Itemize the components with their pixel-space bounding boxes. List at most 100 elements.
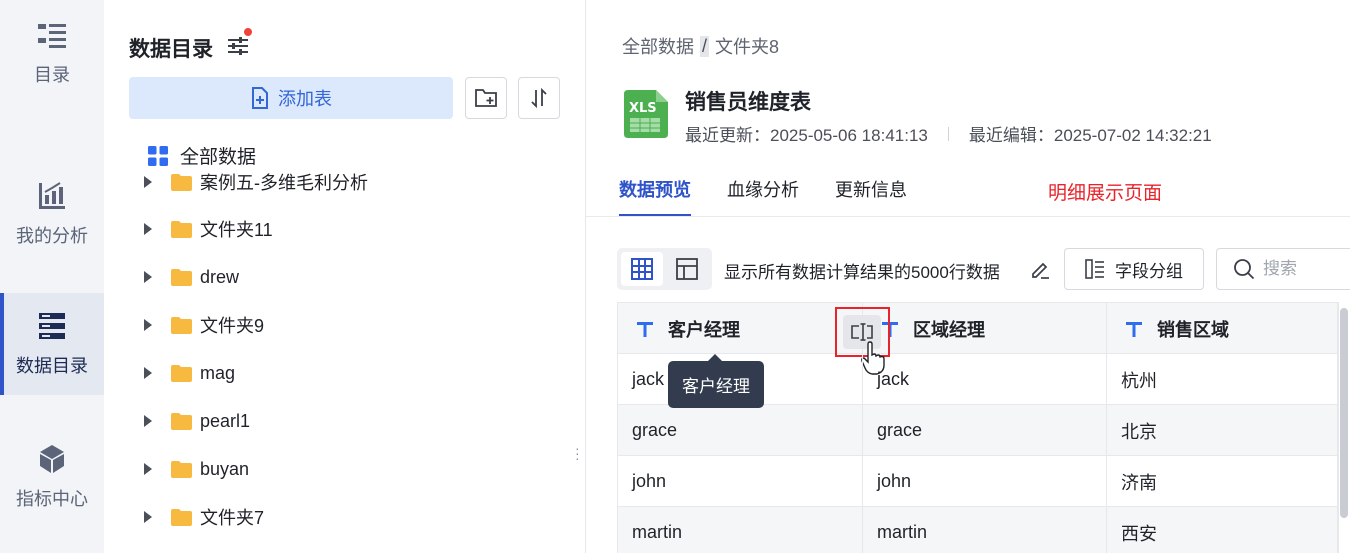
breadcrumb-root[interactable]: 全部数据 bbox=[622, 33, 694, 59]
grid-apps-icon bbox=[148, 145, 168, 166]
table-row[interactable]: martin martin 西安 bbox=[618, 507, 1338, 553]
app-root: 目录 我的分析 数据目录 指标中心 数据目录 添加表 全部数据 案例五-多维毛利… bbox=[0, 0, 1350, 553]
search-icon bbox=[1234, 259, 1255, 280]
xls-file-icon: XLS bbox=[624, 90, 668, 138]
text-type-icon bbox=[637, 321, 653, 337]
expand-caret-icon[interactable] bbox=[144, 511, 152, 523]
search-box bbox=[1216, 248, 1350, 290]
rail-item-label: 目录 bbox=[34, 65, 70, 85]
catalog-list-icon bbox=[38, 24, 66, 48]
search-input[interactable] bbox=[1263, 259, 1343, 279]
table-cell: john bbox=[863, 456, 1107, 507]
expand-caret-icon[interactable] bbox=[144, 415, 152, 427]
panel-resize-handle[interactable]: · · · bbox=[575, 441, 580, 465]
expand-caret-icon[interactable] bbox=[144, 319, 152, 331]
expand-caret-icon[interactable] bbox=[144, 176, 152, 188]
text-type-icon bbox=[1126, 321, 1142, 337]
breadcrumb: 全部数据 / 文件夹8 bbox=[622, 33, 779, 59]
rail-item-label: 我的分析 bbox=[16, 226, 88, 246]
column-header[interactable]: 客户经理 bbox=[618, 303, 863, 354]
tree-folder-label: mag bbox=[200, 362, 236, 383]
preview-description: 显示所有数据计算结果的5000行数据 bbox=[724, 263, 1000, 282]
expand-caret-icon[interactable] bbox=[144, 271, 152, 283]
table-cell: 北京 bbox=[1107, 405, 1338, 456]
tree-folder-row[interactable]: 案例五-多维毛利分析 bbox=[144, 168, 368, 197]
expand-caret-icon[interactable] bbox=[144, 223, 152, 235]
folder-icon bbox=[171, 364, 192, 382]
detail-panel: 全部数据 / 文件夹8 XLS 销售员维度表 最近更新：2025-05-06 1… bbox=[586, 0, 1350, 553]
column-header-label: 客户经理 bbox=[668, 319, 740, 340]
layout-view-button[interactable] bbox=[666, 252, 708, 286]
folder-icon bbox=[171, 412, 192, 430]
table-grid-icon bbox=[631, 258, 653, 280]
tabs-divider bbox=[586, 216, 1350, 217]
tab-lineage[interactable]: 血缘分析 bbox=[727, 176, 799, 217]
last-update-text: 最近更新：2025-05-06 18:41:13 bbox=[685, 126, 928, 145]
column-header-label: 销售区域 bbox=[1157, 319, 1229, 340]
column-header[interactable]: 区域经理 bbox=[863, 303, 1107, 354]
rail-item-metric-center[interactable]: 指标中心 bbox=[0, 426, 104, 528]
table-cell: john bbox=[618, 456, 863, 507]
tree-folder-row[interactable]: 文件夹9 bbox=[144, 310, 264, 340]
all-data-node[interactable]: 全部数据 bbox=[148, 142, 256, 169]
table-row[interactable]: grace grace 北京 bbox=[618, 405, 1338, 456]
rail-item-my-analysis[interactable]: 我的分析 bbox=[0, 163, 104, 265]
table-cell: martin bbox=[863, 507, 1107, 553]
file-title: 销售员维度表 bbox=[685, 91, 811, 114]
table-scrollbar[interactable] bbox=[1340, 308, 1348, 518]
folder-icon bbox=[171, 173, 192, 191]
column-header[interactable]: 销售区域 bbox=[1107, 303, 1338, 354]
tree-folder-row[interactable]: 文件夹11 bbox=[144, 214, 273, 244]
folder-icon bbox=[171, 268, 192, 286]
folder-icon bbox=[171, 460, 192, 478]
tree-folder-row[interactable]: drew bbox=[144, 262, 239, 292]
tree-folder-row[interactable]: pearl1 bbox=[144, 406, 250, 436]
add-table-button[interactable]: 添加表 bbox=[129, 77, 453, 119]
expand-caret-icon[interactable] bbox=[144, 367, 152, 379]
rail-item-label: 指标中心 bbox=[16, 489, 88, 509]
table-cell: grace bbox=[618, 405, 863, 456]
metric-cube-icon bbox=[40, 445, 64, 473]
tree-folder-row[interactable]: buyan bbox=[144, 454, 249, 484]
tree-folder-label: 文件夹9 bbox=[200, 316, 265, 336]
grid-view-button[interactable] bbox=[621, 252, 663, 286]
tab-data-preview[interactable]: 数据预览 bbox=[619, 176, 691, 217]
tree-folder-row[interactable]: 文件夹7 bbox=[144, 502, 264, 532]
rail-item-label: 数据目录 bbox=[16, 356, 88, 376]
table-cell: grace bbox=[863, 405, 1107, 456]
expand-caret-icon[interactable] bbox=[144, 463, 152, 475]
table-cell: 杭州 bbox=[1107, 354, 1338, 405]
column-width-icon bbox=[851, 323, 873, 341]
folder-icon bbox=[171, 220, 192, 238]
tree-folder-label: buyan bbox=[200, 458, 250, 479]
add-table-label: 添加表 bbox=[278, 89, 332, 109]
folder-icon bbox=[171, 316, 192, 334]
folder-tree: 案例五-多维毛利分析 文件夹11 drew 文件夹9 mag pearl1 bu… bbox=[104, 168, 584, 553]
tab-update-info[interactable]: 更新信息 bbox=[835, 176, 907, 217]
data-preview-table: 客户经理 区域经理 销售区域 jack jack 杭州 grace grace … bbox=[617, 302, 1339, 553]
detail-tabs: 数据预览 血缘分析 更新信息 bbox=[619, 176, 907, 217]
tree-folder-row[interactable]: mag bbox=[144, 358, 235, 388]
filter-settings-icon[interactable] bbox=[225, 33, 251, 59]
data-catalog-icon bbox=[39, 313, 65, 339]
left-nav-rail: 目录 我的分析 数据目录 指标中心 bbox=[0, 0, 104, 553]
catalog-panel: 数据目录 添加表 全部数据 案例五-多维毛利分析 文件夹11 drew 文件夹9… bbox=[104, 0, 586, 553]
rail-item-catalog[interactable]: 目录 bbox=[0, 2, 104, 104]
field-group-icon bbox=[1085, 259, 1104, 279]
table-row[interactable]: john john 济南 bbox=[618, 456, 1338, 507]
analysis-chart-icon bbox=[39, 182, 65, 209]
all-data-label: 全部数据 bbox=[180, 147, 257, 168]
sort-icon bbox=[531, 87, 547, 109]
rail-item-data-catalog[interactable]: 数据目录 bbox=[0, 293, 104, 395]
meta-divider bbox=[947, 126, 949, 141]
field-group-button[interactable]: 字段分组 bbox=[1064, 248, 1204, 290]
sort-button[interactable] bbox=[518, 77, 560, 119]
notification-dot bbox=[244, 28, 252, 36]
folder-add-icon bbox=[475, 89, 497, 107]
tree-folder-label: 文件夹7 bbox=[200, 508, 265, 528]
breadcrumb-current[interactable]: 文件夹8 bbox=[715, 33, 779, 59]
layout-icon bbox=[676, 258, 698, 280]
new-folder-button[interactable] bbox=[465, 77, 507, 119]
tree-folder-label: 文件夹11 bbox=[200, 220, 273, 240]
edit-pencil-icon[interactable] bbox=[1029, 258, 1051, 280]
